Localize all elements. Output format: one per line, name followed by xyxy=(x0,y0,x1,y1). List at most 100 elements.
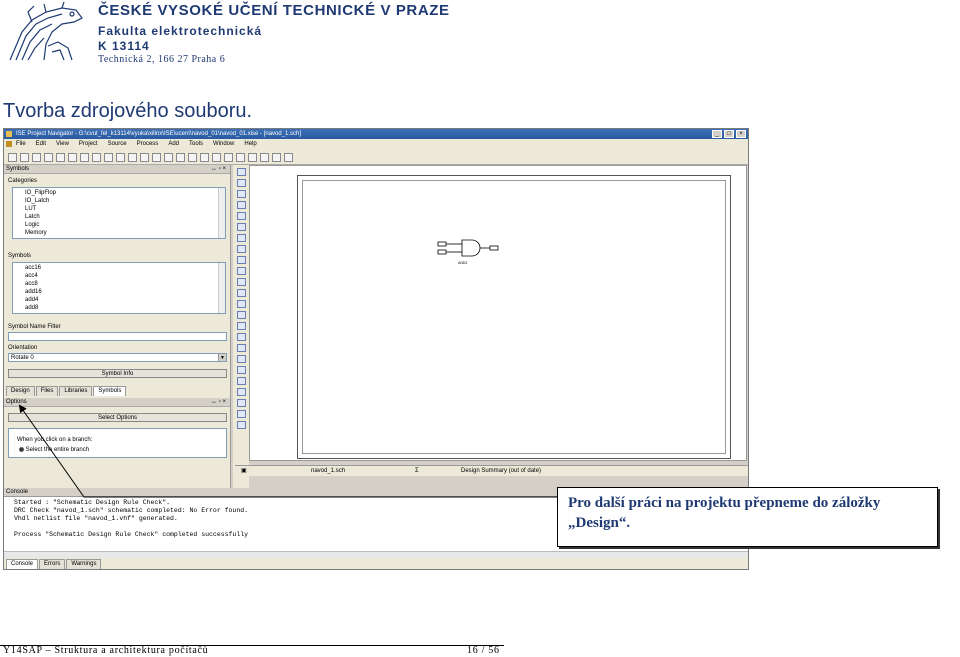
symbol-item[interactable]: acc4 xyxy=(25,272,225,280)
check-icon[interactable] xyxy=(248,153,257,162)
check-schematic-icon[interactable] xyxy=(236,322,246,330)
symbol-item[interactable]: acc8 xyxy=(25,280,225,288)
zoom-area-icon[interactable] xyxy=(176,153,185,162)
menu-help[interactable]: Help xyxy=(244,139,256,150)
minimize-icon[interactable]: _ xyxy=(712,130,722,138)
doc-menu-icon[interactable] xyxy=(6,141,12,147)
copy-icon[interactable] xyxy=(92,153,101,162)
menu-window[interactable]: Window xyxy=(213,139,234,150)
run-icon[interactable] xyxy=(260,153,269,162)
bus-icon[interactable] xyxy=(236,377,246,385)
branch-radio[interactable]: Select the entire branch xyxy=(19,447,89,453)
symbol-name-filter-input[interactable] xyxy=(8,332,227,341)
symbol-item[interactable]: add8 xyxy=(25,304,225,312)
menu-project[interactable]: Project xyxy=(79,139,98,150)
stop-icon[interactable] xyxy=(272,153,281,162)
rotate-icon[interactable] xyxy=(236,245,246,253)
console-scrollbar[interactable] xyxy=(4,551,748,558)
tab-errors[interactable]: Errors xyxy=(39,559,66,569)
mirror-icon[interactable] xyxy=(236,256,246,264)
chevron-down-icon[interactable]: ▼ xyxy=(218,354,226,361)
text-tool-icon[interactable] xyxy=(236,234,246,242)
close-icon[interactable]: × xyxy=(736,130,746,138)
symbol-item[interactable]: add16 xyxy=(25,288,225,296)
tab-symbols[interactable]: Symbols xyxy=(93,386,127,396)
schematic-canvas[interactable]: AND2 xyxy=(249,165,747,461)
pop-icon[interactable] xyxy=(236,355,246,363)
categories-list[interactable]: IO_FlipFlop IO_Latch LUT Latch Logic Mem… xyxy=(12,187,226,239)
circle-tool-icon[interactable] xyxy=(236,278,246,286)
options-panel-controls-icon[interactable]: ↔ ▫ × xyxy=(211,398,226,407)
category-item[interactable]: IO_Latch xyxy=(25,197,225,205)
summary-doc-icon[interactable]: Σ xyxy=(415,467,419,476)
bus-tap-icon[interactable] xyxy=(236,201,246,209)
symbol-item[interactable]: add4 xyxy=(25,296,225,304)
menu-file[interactable]: File xyxy=(16,139,26,150)
and2-gate[interactable]: AND2 xyxy=(434,238,506,268)
print-icon[interactable] xyxy=(44,153,53,162)
menu-source[interactable]: Source xyxy=(108,139,127,150)
symbols-scrollbar[interactable] xyxy=(218,263,225,313)
menu-add[interactable]: Add xyxy=(168,139,179,150)
menu-edit[interactable]: Edit xyxy=(36,139,46,150)
io-marker-icon[interactable] xyxy=(236,212,246,220)
symbol-info-button[interactable]: Symbol Info xyxy=(8,369,227,378)
delete-icon[interactable] xyxy=(116,153,125,162)
menu-tools[interactable]: Tools xyxy=(189,139,203,150)
orientation-select[interactable]: Rotate 0 ▼ xyxy=(8,353,227,362)
help-icon[interactable] xyxy=(284,153,293,162)
menu-view[interactable]: View xyxy=(56,139,69,150)
tab-warnings[interactable]: Warnings xyxy=(66,559,102,569)
attributes-icon[interactable] xyxy=(236,421,246,429)
redo-icon[interactable] xyxy=(68,153,77,162)
schematic-doc-icon[interactable]: ▣ xyxy=(241,467,247,476)
symbol-item[interactable]: acc16 xyxy=(25,264,225,272)
tab-files[interactable]: Files xyxy=(35,386,59,396)
cut-icon[interactable] xyxy=(80,153,89,162)
save-icon[interactable] xyxy=(32,153,41,162)
net-icon[interactable] xyxy=(236,399,246,407)
radio-icon[interactable] xyxy=(19,447,24,452)
undo-icon[interactable] xyxy=(56,153,65,162)
probe-icon[interactable] xyxy=(236,388,246,396)
category-item[interactable]: IO_FlipFlop xyxy=(25,189,225,197)
open-icon[interactable] xyxy=(20,153,29,162)
net-name-icon[interactable] xyxy=(236,190,246,198)
cascade-icon[interactable] xyxy=(200,153,209,162)
doc-tab-schematic[interactable]: navod_1.sch xyxy=(311,467,345,476)
category-item[interactable]: Logic xyxy=(25,221,225,229)
paste-icon[interactable] xyxy=(104,153,113,162)
symbol-tool-icon[interactable] xyxy=(236,223,246,231)
category-item[interactable]: Memory xyxy=(25,229,225,237)
layout-icon[interactable] xyxy=(188,153,197,162)
tab-design[interactable]: Design xyxy=(6,386,35,396)
zoom-out-icon[interactable] xyxy=(152,153,161,162)
find-icon[interactable] xyxy=(128,153,137,162)
symbols-list[interactable]: acc16 acc4 acc8 add16 add4 add8 xyxy=(12,262,226,314)
font-tool-icon[interactable] xyxy=(236,311,246,319)
category-item[interactable]: Latch xyxy=(25,213,225,221)
zoom-in-icon[interactable] xyxy=(140,153,149,162)
line-tool-icon[interactable] xyxy=(236,289,246,297)
panel-controls-icon[interactable]: ↔ ▫ × xyxy=(211,165,226,174)
select-options-button[interactable]: Select Options xyxy=(8,413,227,422)
design-summary-icon[interactable] xyxy=(236,153,245,162)
select-tool-icon[interactable] xyxy=(236,168,246,176)
zoom-fit-icon[interactable] xyxy=(164,153,173,162)
doc-tab-design-summary[interactable]: Design Summary (out of date) xyxy=(461,467,541,476)
tree-icon[interactable] xyxy=(236,410,246,418)
hierarchy-icon[interactable] xyxy=(236,333,246,341)
tile-v-icon[interactable] xyxy=(224,153,233,162)
rect-tool-icon[interactable] xyxy=(236,300,246,308)
symbol-gen-icon[interactable] xyxy=(236,366,246,374)
categories-scrollbar[interactable] xyxy=(218,188,225,238)
maximize-icon[interactable]: □ xyxy=(724,130,734,138)
push-icon[interactable] xyxy=(236,344,246,352)
category-item[interactable]: LUT xyxy=(25,205,225,213)
arc-tool-icon[interactable] xyxy=(236,267,246,275)
wire-tool-icon[interactable] xyxy=(236,179,246,187)
tab-libraries[interactable]: Libraries xyxy=(59,386,93,396)
tile-h-icon[interactable] xyxy=(212,153,221,162)
tab-console[interactable]: Console xyxy=(6,559,39,569)
menu-process[interactable]: Process xyxy=(137,139,159,150)
